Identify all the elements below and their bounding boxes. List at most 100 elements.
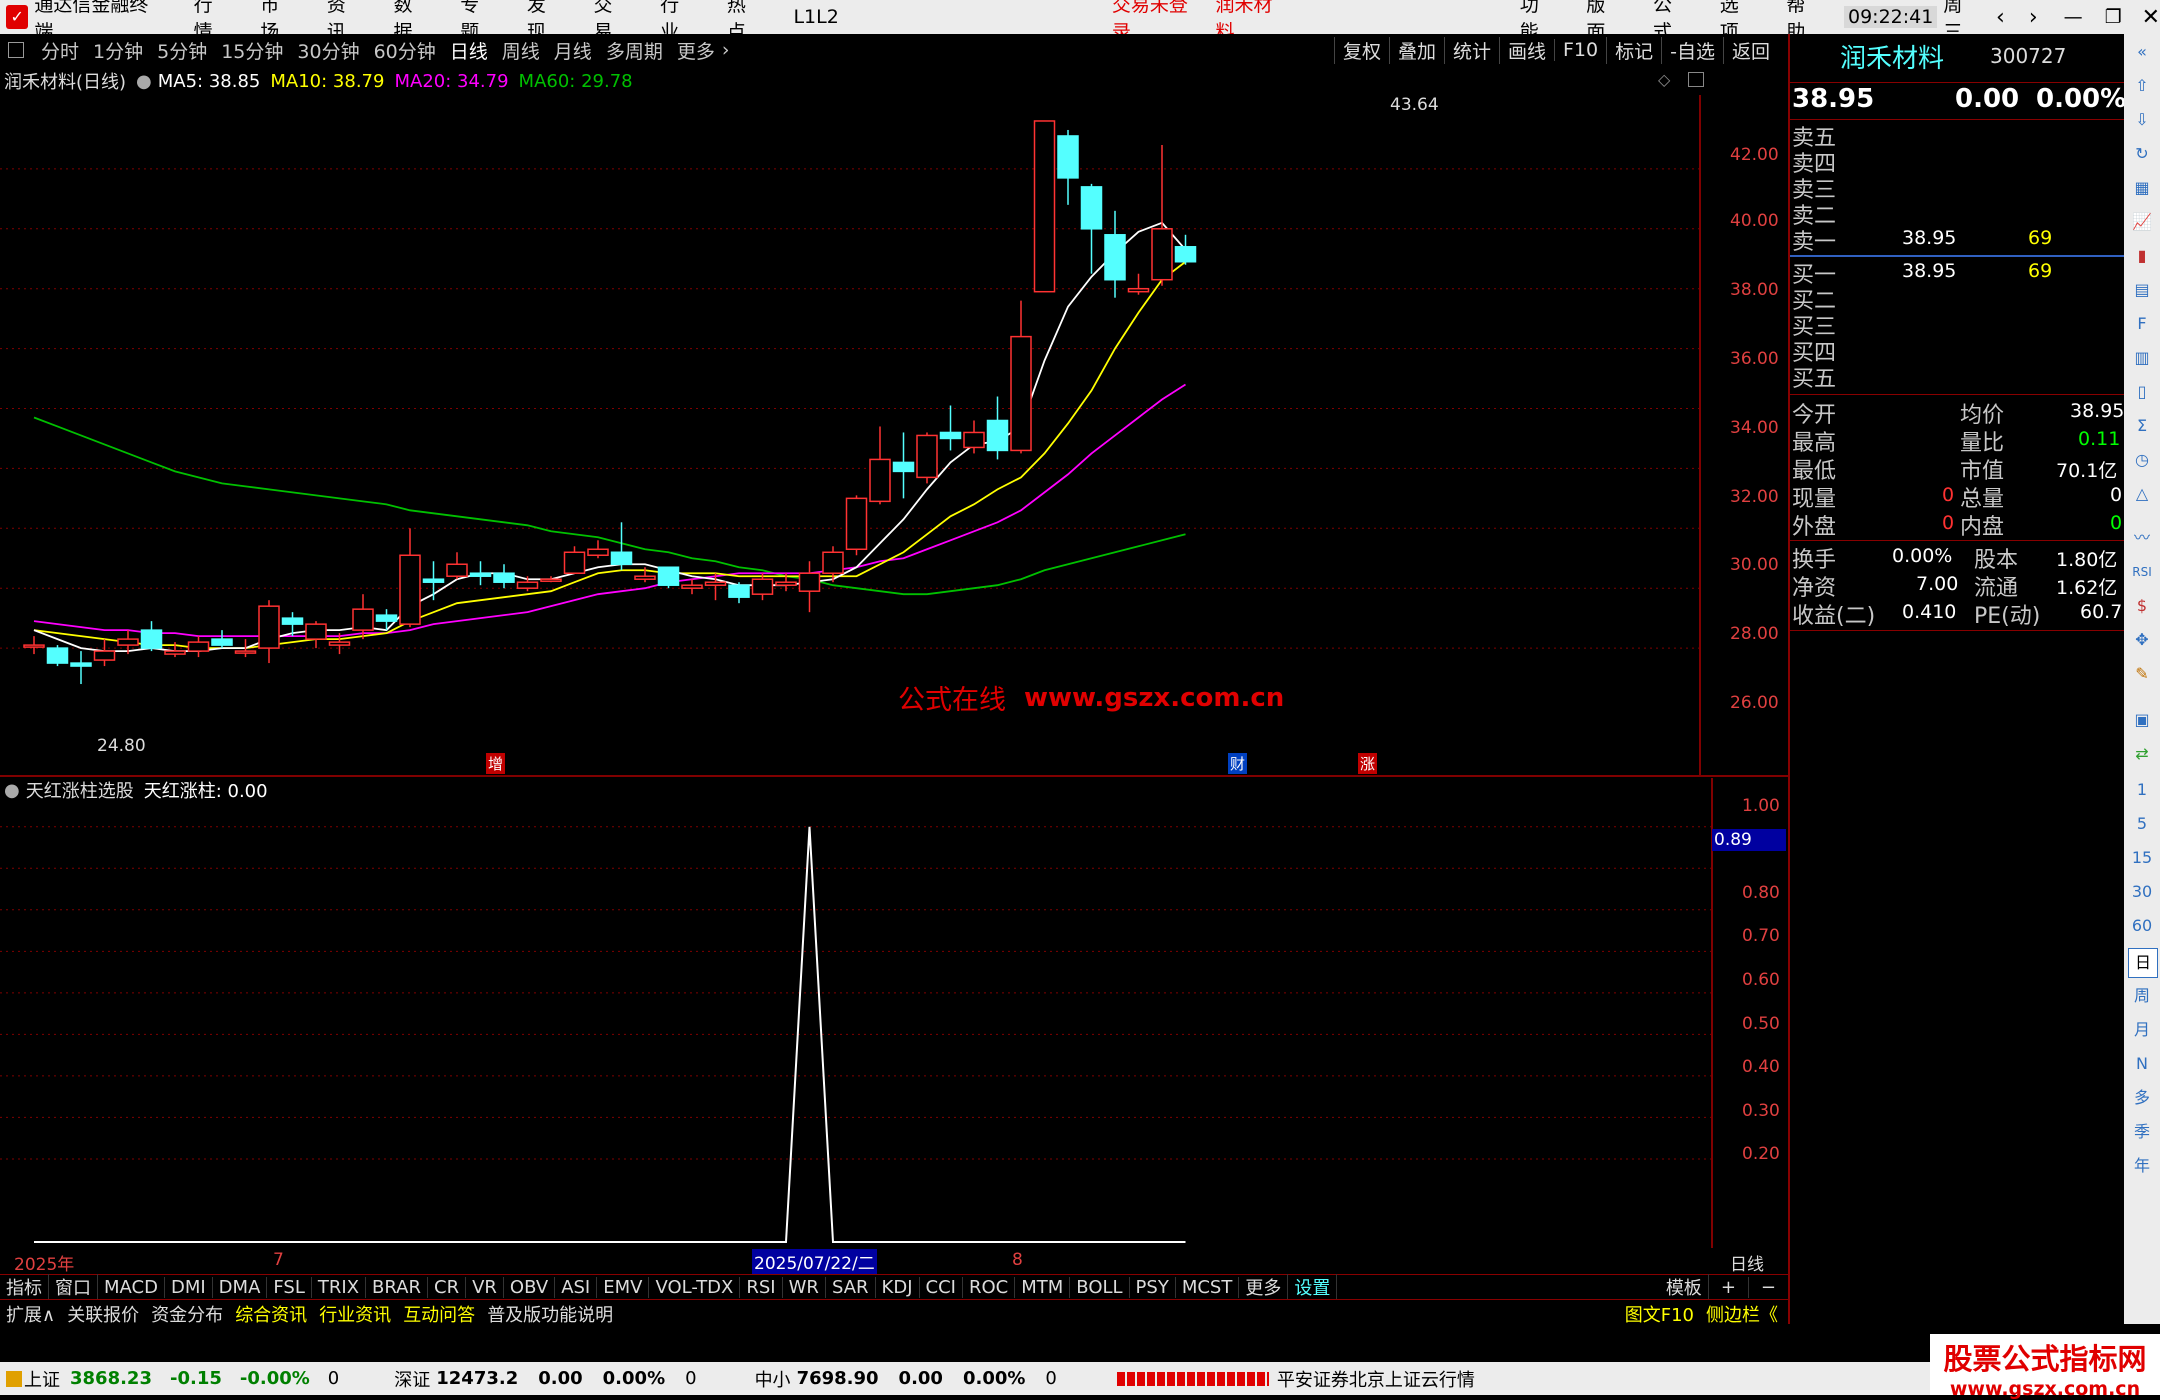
tab-roc[interactable]: ROC <box>963 1276 1016 1298</box>
sz-label[interactable]: 深证 <box>394 1366 430 1392</box>
period-day[interactable]: 日 <box>2128 948 2158 978</box>
zx-label[interactable]: 中小 <box>755 1366 791 1392</box>
minimize-icon[interactable]: — <box>2064 6 2083 28</box>
period-daily[interactable]: 日线 <box>443 37 495 64</box>
document-icon[interactable]: ▯ <box>2128 378 2156 406</box>
menu-l1l2[interactable]: L1L2 <box>776 6 855 28</box>
tool-stats-button[interactable]: 统计 <box>1443 36 1499 64</box>
tab-mtm[interactable]: MTM <box>1015 1276 1071 1298</box>
move-icon[interactable]: ✥ <box>2128 626 2156 654</box>
period-60[interactable]: 60 <box>2128 912 2156 940</box>
panel-toggle-icon[interactable] <box>8 42 24 58</box>
tab-emv[interactable]: EMV <box>597 1276 650 1298</box>
formula-icon[interactable]: Σ <box>2128 412 2156 440</box>
ext-industry-news[interactable]: 行业资讯 <box>313 1301 397 1327</box>
tab-obv[interactable]: OBV <box>504 1276 556 1298</box>
ext-guide[interactable]: 普及版功能说明 <box>481 1301 619 1327</box>
f10-icon[interactable]: F <box>2128 310 2156 338</box>
period-30min[interactable]: 30分钟 <box>290 37 366 64</box>
ext-related-quotes[interactable]: 关联报价 <box>61 1301 145 1327</box>
tool-overlay-button[interactable]: 叠加 <box>1388 36 1444 64</box>
money-icon[interactable]: $ <box>2128 592 2156 620</box>
news-icon[interactable]: ▤ <box>2128 276 2156 304</box>
tab-indicator[interactable]: 指标 <box>0 1274 49 1300</box>
line-chart-icon[interactable]: 📈 <box>2128 208 2156 236</box>
grid-icon[interactable]: ▦ <box>2128 174 2156 202</box>
period-n[interactable]: N <box>2128 1050 2156 1078</box>
period-multi[interactable]: 多 <box>2128 1084 2156 1112</box>
period-5[interactable]: 5 <box>2128 810 2156 838</box>
tab-dmi[interactable]: DMI <box>165 1276 213 1298</box>
data-feed-label[interactable]: 平安证券北京上证云行情 <box>1277 1366 1475 1392</box>
period-1min[interactable]: 1分钟 <box>86 37 150 64</box>
tab-cci[interactable]: CCI <box>920 1276 963 1298</box>
tab-dma[interactable]: DMA <box>213 1276 268 1298</box>
tab-psy[interactable]: PSY <box>1130 1276 1176 1298</box>
tab-boll[interactable]: BOLL <box>1070 1276 1130 1298</box>
fs-icon[interactable]: ▣ <box>2128 706 2156 734</box>
tab-brar[interactable]: BRAR <box>366 1276 428 1298</box>
pencil-icon[interactable]: ✎ <box>2128 660 2156 688</box>
bid-row-1[interactable]: 买一 38.95 69 <box>1792 257 2122 288</box>
rsi-icon[interactable]: RSI <box>2128 558 2156 586</box>
kline-icon[interactable]: ▮ <box>2128 242 2156 270</box>
remove-window-button[interactable]: − <box>1749 1277 1788 1298</box>
close-icon[interactable]: ✕ <box>2142 5 2160 30</box>
ext-capital-flow[interactable]: 资金分布 <box>145 1301 229 1327</box>
tab-settings[interactable]: 设置 <box>1288 1274 1338 1300</box>
diamond-icon[interactable]: ◇ <box>1658 70 1670 89</box>
warning-icon[interactable]: △ <box>2128 480 2156 508</box>
tool-mark-button[interactable]: 标记 <box>1606 36 1661 64</box>
candlestick-chart[interactable] <box>0 95 1788 777</box>
period-year[interactable]: 年 <box>2128 1152 2156 1180</box>
period-multi[interactable]: 多周期 <box>599 37 670 64</box>
indicator-chart[interactable] <box>0 778 1788 1248</box>
period-weekly[interactable]: 周线 <box>495 37 547 64</box>
tool-back-button[interactable]: 返回 <box>1722 36 1778 64</box>
window-toggle-icon[interactable] <box>1688 72 1704 87</box>
ext-sidebar-toggle[interactable]: 侧边栏《 <box>1700 1301 1784 1327</box>
tab-window[interactable]: 窗口 <box>49 1274 98 1300</box>
period-1[interactable]: 1 <box>2128 776 2156 804</box>
period-month[interactable]: 月 <box>2128 1016 2156 1044</box>
settings-dot-icon[interactable]: ● <box>136 71 152 92</box>
chevron-right-icon[interactable]: › <box>722 39 730 61</box>
restore-icon[interactable]: ❐ <box>2105 6 2122 28</box>
period-tick[interactable]: 分时 <box>34 37 86 64</box>
tab-macd[interactable]: MACD <box>98 1276 165 1298</box>
period-monthly[interactable]: 月线 <box>547 37 599 64</box>
period-week[interactable]: 周 <box>2128 982 2156 1010</box>
tab-more[interactable]: 更多 <box>1239 1274 1289 1300</box>
refresh-icon[interactable]: ↻ <box>2128 140 2156 168</box>
tab-fsl[interactable]: FSL <box>267 1276 312 1298</box>
tab-template[interactable]: 模板 <box>1660 1274 1709 1300</box>
ext-f10[interactable]: 图文F10 <box>1619 1301 1700 1327</box>
table-icon[interactable]: ▥ <box>2128 344 2156 372</box>
ext-news[interactable]: 综合资讯 <box>229 1301 313 1327</box>
period-5min[interactable]: 5分钟 <box>150 37 214 64</box>
trend-icon[interactable]: 〰 <box>2128 524 2156 552</box>
tool-f10-button[interactable]: F10 <box>1554 39 1606 61</box>
period-30[interactable]: 30 <box>2128 878 2156 906</box>
sh-label[interactable]: 上证 <box>24 1366 60 1392</box>
period-more[interactable]: 更多 <box>670 37 722 64</box>
tool-adjust-button[interactable]: 复权 <box>1333 36 1389 64</box>
tab-asi[interactable]: ASI <box>555 1276 598 1298</box>
tool-draw-button[interactable]: 画线 <box>1498 36 1554 64</box>
arrow-up-icon[interactable]: ⇧ <box>2128 72 2156 100</box>
back-arrow-icon[interactable]: ‹ <box>1996 5 2005 30</box>
arrow-down-icon[interactable]: ⇩ <box>2128 106 2156 134</box>
tab-sar[interactable]: SAR <box>826 1276 876 1298</box>
tab-wr[interactable]: WR <box>783 1276 826 1298</box>
collapse-left-icon[interactable]: « <box>2128 38 2156 66</box>
ext-qa[interactable]: 互动问答 <box>397 1301 481 1327</box>
tab-vr[interactable]: VR <box>466 1276 504 1298</box>
tab-vol-tdx[interactable]: VOL-TDX <box>649 1276 741 1298</box>
tab-rsi[interactable]: RSI <box>740 1276 783 1298</box>
period-60min[interactable]: 60分钟 <box>367 37 443 64</box>
tool-watchlist-button[interactable]: -自选 <box>1661 36 1723 64</box>
forward-arrow-icon[interactable]: › <box>2029 5 2038 30</box>
event-mark-finance[interactable]: 财 <box>1228 753 1248 774</box>
event-mark-limitup[interactable]: 涨 <box>1358 753 1378 774</box>
ask-row-1[interactable]: 卖一 38.95 69 <box>1792 224 2122 255</box>
